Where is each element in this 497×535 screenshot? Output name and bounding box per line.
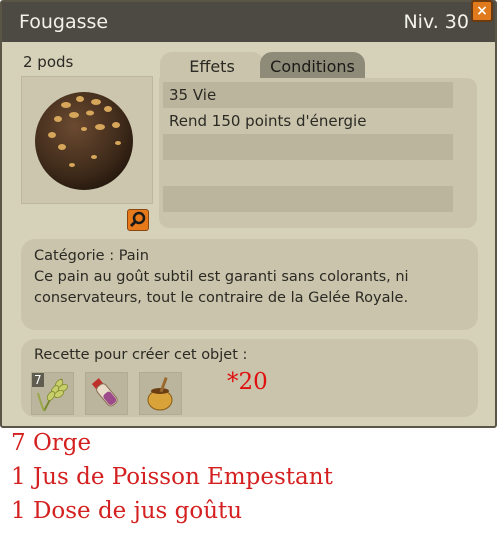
ingredient-jus-goutu[interactable] (139, 372, 182, 415)
window-titlebar: Fougasse Niv. 30 (2, 2, 495, 42)
note-line: 7 Orge (11, 430, 92, 456)
effect-row: 35 Vie (163, 82, 453, 108)
zoom-button[interactable] (127, 209, 149, 231)
effect-row (163, 186, 453, 212)
ingredient-orge[interactable]: 7 (31, 372, 74, 415)
item-image-frame (21, 76, 153, 204)
juice-pot-icon (147, 377, 173, 411)
close-button[interactable]: × (471, 0, 493, 22)
recipe-multiplier: *20 (227, 369, 268, 395)
item-level: Niv. 30 (403, 11, 469, 33)
tab-effets[interactable]: Effets (160, 52, 264, 80)
item-description: Ce pain au goût subtil est garanti sans … (34, 269, 409, 306)
tab-conditions[interactable]: Conditions (260, 52, 365, 80)
ingredient-notes: 7 Orge 1 Jus de Poisson Empestant 1 Dose… (11, 426, 333, 528)
note-line: 1 Dose de jus goûtu (11, 498, 243, 524)
fougasse-bread-icon (35, 92, 133, 190)
description-text: Catégorie : Pain Ce pain au goût subtil … (34, 246, 464, 309)
recipe-label: Recette pour créer cet objet : (34, 347, 248, 363)
ingredient-jus-poisson[interactable] (85, 372, 128, 415)
close-icon: × (476, 3, 488, 19)
item-window: Fougasse Niv. 30 × 2 pods Effets Conditi… (0, 0, 497, 428)
item-title: Fougasse (19, 11, 109, 33)
note-line: 1 Jus de Poisson Empestant (11, 464, 333, 490)
effect-row (163, 134, 453, 160)
item-weight: 2 pods (23, 53, 74, 71)
ingredient-quantity: 7 (32, 373, 44, 387)
effect-row (163, 160, 453, 186)
fish-juice-vial-icon (91, 378, 118, 407)
item-category: Catégorie : Pain (34, 248, 149, 264)
magnifier-icon (129, 211, 146, 228)
effect-row: Rend 150 points d'énergie (163, 108, 453, 134)
